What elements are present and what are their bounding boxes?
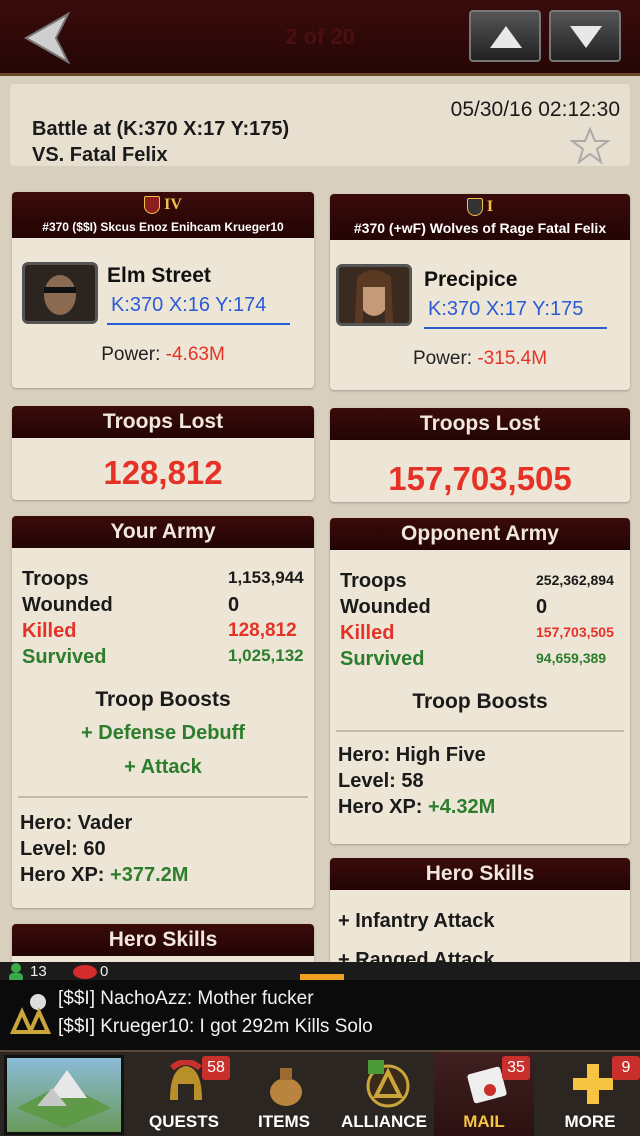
- hero-level: Level: 58: [338, 770, 424, 792]
- arrow-up-icon: [490, 26, 522, 48]
- skill-item: + Infantry Attack: [338, 910, 495, 932]
- battle-header: 05/30/16 02:12:30 Battle at (K:370 X:17 …: [10, 84, 630, 166]
- alliance-icon: [366, 1060, 410, 1108]
- stat-row-troops: Troops 252,362,894: [340, 570, 614, 592]
- defender-card: I #370 (+wF) Wolves of Rage Fatal Felix …: [330, 194, 630, 390]
- divider: [336, 730, 624, 732]
- boost-item: + Attack: [124, 756, 202, 778]
- attacker-header: IV #370 ($$I) Skcus Enoz Enihcam Krueger…: [12, 192, 314, 238]
- hero-xp: Hero XP: +377.2M: [20, 864, 189, 886]
- opponent-army-panel: Opponent Army Troops 252,362,894 Wounded…: [330, 518, 630, 844]
- item-bag-icon: [270, 1068, 302, 1106]
- map-icon: [17, 1070, 111, 1128]
- defender-avatar[interactable]: [336, 264, 412, 326]
- troop-boosts-title: Troop Boosts: [412, 690, 548, 713]
- defender-alliance: #370 (+wF) Wolves of Rage Fatal Felix: [353, 220, 607, 236]
- troops-lost-title: Troops Lost: [12, 406, 314, 438]
- boost-item: + Defense Debuff: [81, 722, 245, 744]
- tab-label: ITEMS: [258, 1112, 310, 1131]
- chat-message: [$$I] Krueger10: I got 292m Kills Solo: [58, 1016, 373, 1037]
- hero-name: Hero: Vader: [20, 812, 133, 834]
- defender-troops-lost: Troops Lost 157,703,505: [330, 408, 630, 502]
- tab-items[interactable]: ITEMS: [234, 1052, 334, 1136]
- tab-label: QUESTS: [149, 1112, 219, 1131]
- troop-boosts-title: Troop Boosts: [95, 688, 231, 711]
- badge: 58: [202, 1056, 230, 1080]
- top-bar: 2 of 20: [0, 0, 640, 76]
- stat-row-survived: Survived 94,659,389: [340, 648, 607, 670]
- rank-shield-icon: [144, 196, 161, 215]
- hero-skills-title: Hero Skills: [330, 858, 630, 890]
- bottom-nav: 58 QUESTS ITEMS ALLIANCE 35 MAIL 9 MORE: [0, 1050, 640, 1136]
- attacker-rank: IV: [12, 196, 314, 215]
- hero-name: Hero: High Five: [338, 744, 486, 766]
- defender-power: Power: -315.4M: [412, 348, 548, 369]
- battle-opponent: VS. Fatal Felix: [32, 144, 168, 166]
- next-button[interactable]: [549, 10, 621, 62]
- attacker-card: IV #370 ($$I) Skcus Enoz Enihcam Krueger…: [12, 192, 314, 388]
- attacker-avatar[interactable]: [22, 262, 98, 324]
- badge: 9: [612, 1056, 640, 1080]
- attacker-troops-lost: Troops Lost 128,812: [12, 406, 314, 500]
- hero-level: Level: 60: [20, 838, 106, 860]
- rank-shield-icon: [466, 198, 483, 217]
- tab-label: MAIL: [463, 1112, 505, 1131]
- stat-row-wounded: Wounded 0: [22, 594, 240, 616]
- attacker-coords[interactable]: K:370 X:16 Y:174: [107, 294, 290, 325]
- stat-row-survived: Survived 1,025,132: [22, 646, 304, 668]
- chat-box[interactable]: [$$I] NachoAzz: Mother fucker [$$I] Krue…: [0, 980, 640, 1050]
- hero-xp: Hero XP: +4.32M: [338, 796, 496, 818]
- user-icon: [9, 963, 23, 982]
- stat-row-troops: Troops 1,153,944: [22, 568, 304, 590]
- hero-portrait-icon: [339, 267, 409, 323]
- tab-quests[interactable]: 58 QUESTS: [134, 1052, 234, 1136]
- chat-bubble-icon: [73, 965, 97, 979]
- stat-row-killed: Killed 157,703,505: [340, 622, 614, 644]
- stat-row-killed: Killed 128,812: [22, 620, 297, 642]
- online-count: 13: [30, 963, 47, 980]
- attacker-name: Elm Street: [107, 264, 211, 287]
- badge: 35: [502, 1056, 530, 1080]
- page-count: 2 of 20: [285, 24, 355, 49]
- defender-header: I #370 (+wF) Wolves of Rage Fatal Felix: [330, 194, 630, 240]
- defender-rank: I: [330, 198, 630, 217]
- alliance-chat-icon: [9, 994, 52, 1034]
- attacker-alliance: #370 ($$I) Skcus Enoz Enihcam Krueger10: [42, 220, 284, 234]
- previous-button[interactable]: [469, 10, 541, 62]
- troops-lost-title: Troops Lost: [330, 408, 630, 440]
- tab-mail[interactable]: 35 MAIL: [434, 1052, 534, 1136]
- tab-label: ALLIANCE: [341, 1112, 427, 1131]
- plus-icon: [573, 1064, 613, 1104]
- army-title: Opponent Army: [330, 518, 630, 550]
- hero-skills-title: Hero Skills: [12, 924, 314, 956]
- arrow-down-icon: [570, 26, 602, 48]
- message-count: 0: [100, 963, 109, 980]
- chat-message: [$$I] NachoAzz: Mother fucker: [58, 988, 314, 1009]
- divider: [18, 796, 308, 798]
- attacker-power: Power: -4.63M: [101, 344, 225, 365]
- army-title: Your Army: [12, 516, 314, 548]
- tab-label: MORE: [564, 1112, 616, 1131]
- hero-portrait-icon: [25, 265, 95, 321]
- battle-title[interactable]: Battle at (K:370 X:17 Y:175): [32, 118, 289, 141]
- defender-coords[interactable]: K:370 X:17 Y:175: [424, 298, 607, 329]
- defender-name: Precipice: [424, 268, 518, 291]
- tab-more[interactable]: 9 MORE: [540, 1052, 640, 1136]
- tab-alliance[interactable]: ALLIANCE: [334, 1052, 434, 1136]
- your-army-panel: Your Army Troops 1,153,944 Wounded 0 Kil…: [12, 516, 314, 908]
- favorite-star-icon[interactable]: [570, 126, 610, 166]
- troops-lost-value: 157,703,505: [388, 460, 572, 497]
- troops-lost-value: 128,812: [103, 454, 223, 491]
- world-map-button[interactable]: [4, 1055, 124, 1135]
- battle-date: 05/30/16 02:12:30: [450, 98, 620, 121]
- stat-row-wounded: Wounded 0: [340, 596, 548, 618]
- chat-status-bar: 13 0: [0, 962, 640, 982]
